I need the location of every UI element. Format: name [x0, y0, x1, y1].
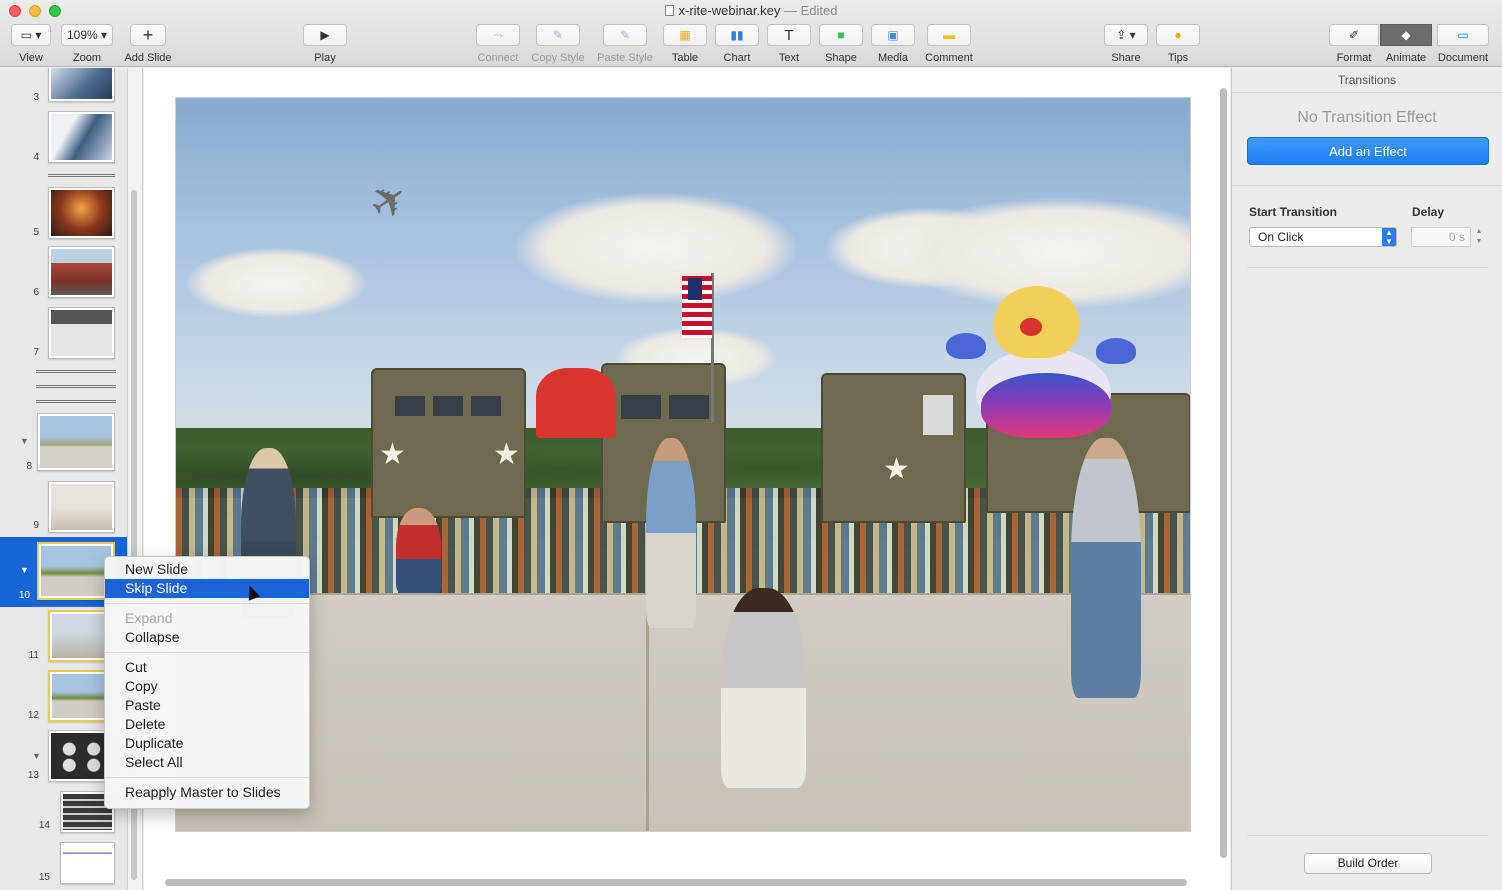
shape-icon: ■: [819, 24, 863, 46]
view-icon: ▭ ▾: [11, 24, 51, 46]
delay-field[interactable]: 0 s: [1411, 227, 1471, 247]
document-button[interactable]: ▭ Document: [1432, 24, 1494, 64]
share-button[interactable]: ⇪ ▾ Share: [1103, 24, 1149, 64]
copy-style-button[interactable]: ✎ Copy Style: [527, 24, 589, 64]
play-button[interactable]: ▶ Play: [302, 24, 348, 64]
shape-button[interactable]: ■ Shape: [818, 24, 864, 64]
slide-thumbnail[interactable]: [48, 68, 115, 102]
slide-thumbnail[interactable]: [48, 481, 115, 533]
menu-separator: [105, 777, 309, 778]
slide-thumbnail[interactable]: [60, 842, 115, 884]
menu-separator: [105, 603, 309, 604]
paintbrush-icon: ✐: [1329, 24, 1379, 46]
no-transition-label: No Transition Effect: [1297, 109, 1437, 126]
chart-button[interactable]: ▮▮ Chart: [714, 24, 760, 64]
media-icon: ▣: [871, 24, 915, 46]
menu-item-duplicate[interactable]: Duplicate: [105, 734, 309, 753]
menu-item-skip-slide[interactable]: Skip Slide: [105, 579, 309, 598]
menu-item-cut[interactable]: Cut: [105, 658, 309, 677]
collapsed-slides-indicator: [36, 370, 116, 373]
view-button[interactable]: ▭ ▾ View: [10, 24, 52, 64]
document-icon: [664, 5, 674, 16]
canvas-vertical-scrollbar[interactable]: [1220, 88, 1227, 858]
animate-icon: ◆: [1380, 24, 1432, 46]
eyedropper-icon: ✎: [536, 24, 580, 46]
menu-item-copy[interactable]: Copy: [105, 677, 309, 696]
delay-label: Delay: [1412, 205, 1445, 219]
start-transition-label: Start Transition: [1249, 205, 1338, 219]
table-icon: ▦: [663, 24, 707, 46]
start-transition-select[interactable]: On Click ▲ ▼: [1249, 227, 1397, 247]
slide-image[interactable]: ✈ ★ ★ ★: [175, 97, 1191, 832]
context-menu: New Slide Skip Slide Expand Collapse Cut…: [104, 556, 310, 809]
disclosure-triangle-icon[interactable]: ▼: [20, 436, 29, 446]
text-button[interactable]: T Text: [766, 24, 812, 64]
tips-icon: ●: [1156, 24, 1200, 46]
share-icon: ⇪ ▾: [1104, 24, 1148, 46]
menu-item-collapse[interactable]: Collapse: [105, 628, 309, 647]
media-button[interactable]: ▣ Media: [870, 24, 916, 64]
slide-thumbnail[interactable]: [48, 187, 115, 239]
tips-button[interactable]: ● Tips: [1155, 24, 1201, 64]
toolbar: x-rite-webinar.key — Edited ▭ ▾ View 109…: [0, 0, 1502, 67]
text-icon: T: [767, 24, 811, 46]
connect-icon: ⤳: [476, 24, 520, 46]
add-effect-button[interactable]: Add an Effect: [1247, 137, 1489, 165]
connect-button[interactable]: ⤳ Connect: [474, 24, 522, 64]
animate-button[interactable]: ◆ Animate: [1380, 24, 1432, 64]
menu-item-select-all[interactable]: Select All: [105, 753, 309, 772]
collapsed-slides-indicator: [48, 174, 115, 177]
document-inspector-icon: ▭: [1437, 24, 1489, 46]
add-slide-button[interactable]: + Add Slide: [120, 24, 176, 64]
slide-thumbnail[interactable]: [48, 307, 115, 359]
disclosure-triangle-icon[interactable]: ▼: [32, 751, 41, 761]
format-button[interactable]: ✐ Format: [1328, 24, 1380, 64]
menu-item-delete[interactable]: Delete: [105, 715, 309, 734]
zoom-popup[interactable]: 109% ▾ Zoom: [61, 24, 113, 64]
paste-style-button[interactable]: ✎ Paste Style: [594, 24, 656, 64]
slide-thumbnail[interactable]: [37, 413, 115, 471]
transitions-tab[interactable]: Transitions: [1232, 68, 1502, 93]
disclosure-triangle-icon[interactable]: ▼: [20, 565, 29, 575]
canvas-horizontal-scrollbar[interactable]: [165, 879, 1187, 886]
menu-item-expand: Expand: [125, 610, 173, 626]
edited-status: Edited: [800, 3, 838, 18]
table-button[interactable]: ▦ Table: [662, 24, 708, 64]
menu-separator: [105, 652, 309, 653]
build-order-button[interactable]: Build Order: [1304, 853, 1432, 874]
plus-icon: +: [130, 24, 166, 46]
menu-item-new-slide[interactable]: New Slide: [105, 560, 309, 579]
comment-button[interactable]: ▬ Comment: [921, 24, 977, 64]
play-icon: ▶: [303, 24, 347, 46]
comment-icon: ▬: [927, 24, 971, 46]
collapsed-slides-indicator: [36, 400, 116, 403]
delay-stepper[interactable]: ▲ ▼: [1474, 227, 1484, 247]
slide-thumbnail[interactable]: [48, 246, 115, 298]
window-title: x-rite-webinar.key — Edited: [0, 3, 1502, 18]
menu-item-paste[interactable]: Paste: [105, 696, 309, 715]
collapsed-slides-indicator: [36, 385, 116, 388]
chart-icon: ▮▮: [715, 24, 759, 46]
paste-style-icon: ✎: [603, 24, 647, 46]
menu-item-reapply-master[interactable]: Reapply Master to Slides: [105, 783, 309, 802]
slide-thumbnail[interactable]: [48, 111, 115, 163]
select-arrows-icon: ▲ ▼: [1382, 228, 1396, 246]
animate-inspector: Transitions No Transition Effect Add an …: [1231, 68, 1502, 890]
